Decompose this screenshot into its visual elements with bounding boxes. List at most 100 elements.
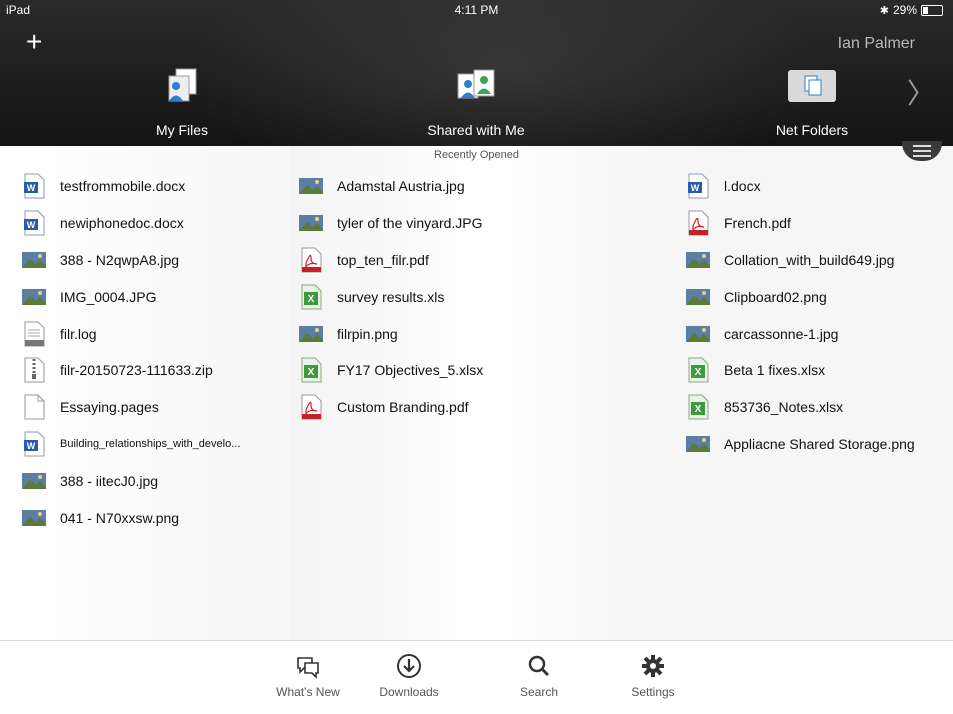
file-column-1: Wtestfrommobile.docx Wnewiphonedoc.docx 38…: [22, 168, 240, 536]
file-item[interactable]: Essaying.pages: [22, 389, 240, 426]
file-name: filr.log: [60, 325, 97, 342]
excel-file-icon: X: [686, 357, 710, 383]
tab-shared-with-me-label: Shared with Me: [427, 122, 525, 138]
bluetooth-icon: ✱: [879, 4, 889, 17]
image-thumbnail-icon: [686, 247, 710, 273]
file-item[interactable]: French.pdf: [686, 205, 915, 242]
file-item[interactable]: 388 - iitecJ0.jpg: [22, 462, 240, 499]
image-thumbnail-icon: [22, 468, 46, 494]
svg-text:X: X: [695, 367, 702, 378]
svg-text:X: X: [308, 294, 315, 305]
file-item[interactable]: 388 - N2qwpA8.jpg: [22, 242, 240, 279]
file-item[interactable]: Collation_with_build649.jpg: [686, 242, 915, 279]
file-name: 041 - N70xxsw.png: [60, 509, 180, 526]
file-name: carcassonne-1.jpg: [724, 325, 839, 342]
file-name: Collation_with_build649.jpg: [724, 251, 895, 268]
file-name: survey results.xls: [337, 288, 445, 305]
file-name: 388 - N2qwpA8.jpg: [60, 251, 180, 268]
shared-with-me-icon: [457, 69, 495, 99]
tab-my-files-label: My Files: [155, 122, 209, 138]
file-item[interactable]: filrpin.png: [299, 315, 483, 352]
file-item[interactable]: tyler of the vinyard.JPG: [299, 205, 483, 242]
excel-file-icon: X: [299, 284, 323, 310]
file-item[interactable]: Wtestfrommobile.docx: [22, 168, 240, 205]
excel-file-icon: X: [299, 357, 323, 383]
file-column-3: Wl.docx French.pdf Collation_with_build649…: [686, 168, 915, 462]
file-item[interactable]: Appliacne Shared Storage.png: [686, 426, 915, 463]
file-name: filrpin.png: [337, 325, 398, 342]
image-thumbnail-icon: [299, 173, 323, 199]
whats-new-icon: [297, 657, 319, 679]
file-name: l.docx: [724, 178, 761, 195]
file-item[interactable]: X 853736_Notes.xlsx: [686, 389, 915, 426]
file-name: tyler of the vinyard.JPG: [337, 215, 483, 232]
file-item[interactable]: 041 - N70xxsw.png: [22, 499, 240, 536]
file-name: Appliacne Shared Storage.png: [724, 435, 915, 452]
file-item[interactable]: Xsurvey results.xls: [299, 278, 483, 315]
tab-net-folders-label: Net Folders: [775, 122, 849, 138]
download-icon: [397, 654, 421, 678]
tab-my-files[interactable]: My Files: [82, 66, 282, 138]
status-right: ✱ 29%: [880, 3, 943, 17]
image-thumbnail-icon: [686, 321, 710, 347]
image-thumbnail-icon: [22, 505, 46, 531]
image-thumbnail-icon: [686, 284, 710, 310]
word-doc-icon: W: [22, 173, 46, 199]
excel-file-icon: X: [686, 394, 710, 420]
file-name: 388 - iitecJ0.jpg: [60, 472, 159, 489]
file-name: IMG_0004.JPG: [60, 288, 157, 305]
section-title: Recently Opened: [434, 149, 519, 161]
file-item[interactable]: filr-20150723-111633.zip: [22, 352, 240, 389]
file-item[interactable]: top_ten_filr.pdf: [299, 242, 483, 279]
chevron-right-icon[interactable]: 〉: [907, 72, 935, 112]
file-item[interactable]: Wnewiphonedoc.docx: [22, 205, 240, 242]
file-name: newiphonedoc.docx: [60, 215, 184, 232]
file-item[interactable]: IMG_0004.JPG: [22, 278, 240, 315]
file-name: FY17 Objectives_5.xlsx: [337, 362, 484, 379]
file-item[interactable]: X Beta 1 fixes.xlsx: [686, 352, 915, 389]
svg-text:W: W: [27, 183, 36, 193]
file-item[interactable]: Adamstal Austria.jpg: [299, 168, 483, 205]
file-item[interactable]: filr.log: [22, 315, 240, 352]
file-name: filr-20150723-111633.zip: [60, 362, 213, 379]
tab-search[interactable]: Search: [494, 653, 584, 699]
file-name: top_ten_filr.pdf: [337, 251, 429, 268]
tab-net-folders[interactable]: Net Folders: [712, 66, 912, 138]
pdf-file-icon: [299, 394, 323, 420]
bottom-tab-bar: What's New Downloads Search Settings: [0, 640, 953, 714]
tab-whats-new[interactable]: What's New: [263, 653, 353, 699]
file-name: French.pdf: [724, 215, 791, 232]
tab-downloads[interactable]: Downloads: [364, 653, 454, 699]
recently-opened-panel: Recently Opened Wtestfrommobile.docx Wnew…: [0, 146, 953, 640]
file-item[interactable]: Wl.docx: [686, 168, 915, 205]
image-thumbnail-icon: [22, 284, 46, 310]
pdf-file-icon: [686, 210, 710, 236]
tab-whats-new-label: What's New: [276, 685, 340, 699]
search-icon: [528, 655, 550, 677]
net-folders-icon: [788, 70, 836, 102]
file-item[interactable]: Clipboard02.png: [686, 278, 915, 315]
text-file-icon: [22, 321, 46, 347]
user-name[interactable]: Ian Palmer: [838, 35, 915, 53]
file-name: 853736_Notes.xlsx: [724, 399, 844, 416]
blank-file-icon: [22, 394, 46, 420]
word-doc-icon: W: [22, 210, 46, 236]
file-item[interactable]: W Building_relationships_with_develo...: [22, 426, 240, 463]
image-thumbnail-icon: [299, 321, 323, 347]
file-item[interactable]: X FY17 Objectives_5.xlsx: [299, 352, 483, 389]
file-item[interactable]: Custom Branding.pdf: [299, 389, 483, 426]
tab-settings[interactable]: Settings: [608, 653, 698, 699]
tab-downloads-label: Downloads: [379, 685, 439, 699]
tab-settings-label: Settings: [631, 685, 675, 699]
svg-text:W: W: [27, 220, 36, 230]
clock: 4:11 PM: [454, 3, 499, 17]
image-thumbnail-icon: [22, 247, 46, 273]
header-bar: iPad 4:11 PM ✱ 29% + Ian Palmer My Files…: [0, 0, 953, 146]
file-item[interactable]: carcassonne-1.jpg: [686, 315, 915, 352]
tab-shared-with-me[interactable]: Shared with Me: [376, 66, 576, 138]
file-name: testfrommobile.docx: [60, 178, 186, 195]
add-button[interactable]: +: [26, 28, 42, 56]
image-thumbnail-icon: [686, 431, 710, 457]
file-name: Beta 1 fixes.xlsx: [724, 362, 826, 379]
word-doc-icon: W: [22, 431, 46, 457]
